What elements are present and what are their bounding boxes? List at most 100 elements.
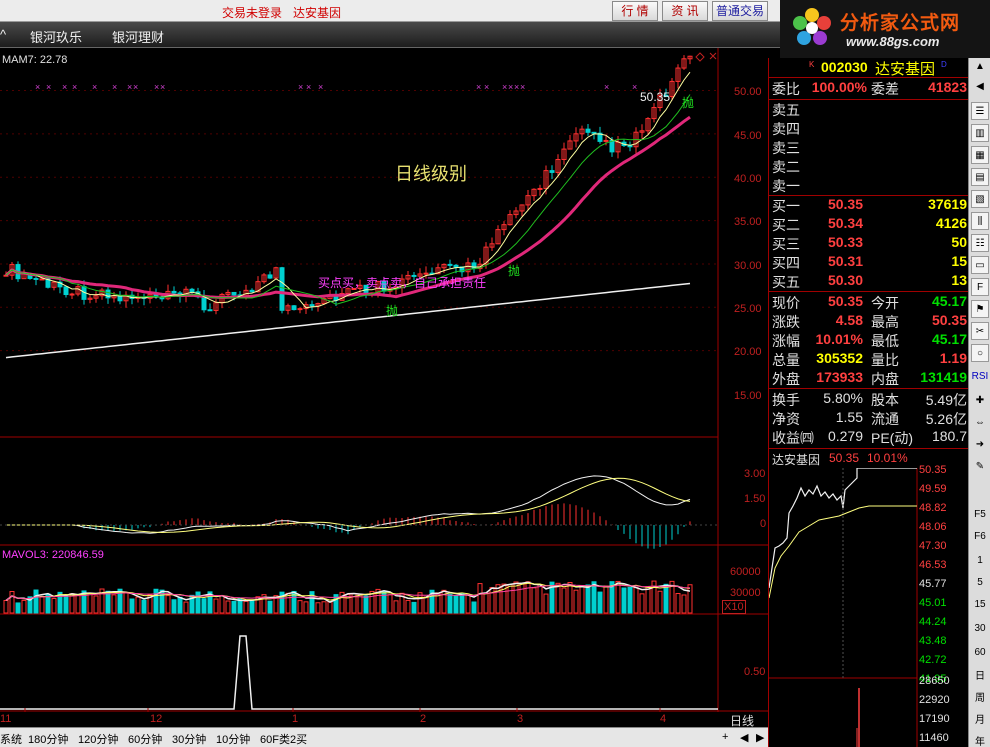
volume-bar (21, 599, 27, 614)
volume-bar (327, 601, 333, 614)
volume-bar (231, 600, 237, 614)
x-marker: × (127, 82, 132, 92)
sidebar-label[interactable]: 日 (971, 668, 989, 686)
tab-180min[interactable]: 180分钟 (28, 731, 68, 747)
sell-4-row: 卖四 (769, 119, 969, 138)
volume-bar (687, 584, 693, 614)
chart-diamond-icon[interactable] (695, 52, 705, 62)
tab-120min[interactable]: 120分钟 (78, 731, 118, 747)
sidebar-label[interactable]: F6 (971, 528, 989, 546)
volume-bar (483, 592, 489, 614)
tool-bars-icon[interactable]: ▥ (971, 124, 989, 142)
volume-bar (627, 586, 633, 614)
volume-bar (111, 594, 117, 614)
scroll-right-icon[interactable]: ▶ (756, 731, 764, 744)
volume-bar (135, 596, 141, 614)
stat-value: 10.01% (815, 331, 863, 347)
candle-body (69, 293, 75, 296)
volume-bar (675, 593, 681, 614)
tool-kline-icon[interactable]: ⫼ (971, 212, 989, 230)
sell-signal-mark: 抛 (682, 96, 695, 110)
tool-list-icon[interactable]: ☰ (971, 102, 989, 120)
buy-volume: 15 (951, 253, 967, 269)
sidebar-label[interactable]: 5 (971, 574, 989, 592)
x-marker: × (520, 82, 525, 92)
quote-button[interactable]: 行 情 (612, 1, 658, 21)
kline-chart-area[interactable]: × × × × × × × × × × × × × × × × × × × × × MAM7: 22.78 日线级别 买… (0, 46, 770, 728)
period-tab-bar: 系统 180分钟 120分钟 60分钟 30分钟 10分钟 60F类2买 + ◀… (0, 727, 770, 747)
weicha-value: 41823 (928, 79, 967, 95)
price-tick: 30.00 (734, 260, 762, 272)
sidebar-label[interactable]: 月 (971, 712, 989, 730)
stat-row: 现价 50.35 今开 45.17 (769, 293, 969, 312)
login-status[interactable]: 交易未登录 (222, 4, 282, 21)
chart-close-icon[interactable] (709, 52, 717, 60)
fundamental-label: PE(动) (871, 430, 913, 446)
tab-30min[interactable]: 30分钟 (172, 731, 206, 747)
sidebar-label[interactable]: 周 (971, 690, 989, 708)
buy-level-label: 买四 (772, 255, 800, 271)
volume-bar (573, 589, 579, 614)
arrow-up-icon[interactable]: ▲ (971, 58, 989, 76)
volume-unit-badge: X10 (722, 600, 746, 614)
price-tick: 40.00 (734, 173, 762, 185)
sidebar-label[interactable]: RSI (971, 368, 989, 386)
sidebar-label[interactable]: F5 (971, 506, 989, 524)
volume-bar (243, 600, 249, 614)
stat-label: 内盘 (871, 371, 899, 387)
tab-60min[interactable]: 60分钟 (128, 731, 162, 747)
volume-bar (471, 601, 477, 614)
sidebar-label[interactable]: 15 (971, 596, 989, 614)
stat-label: 今开 (871, 295, 899, 311)
stat-label: 涨幅 (772, 333, 800, 349)
tool-cross-icon[interactable]: ✚ (971, 392, 989, 410)
tool-grid-icon[interactable]: ▦ (971, 146, 989, 164)
quote-prev-icon[interactable]: K (809, 60, 814, 69)
kline-chart-svg[interactable]: × × × × × × × × × × × × × × × × × × × × × (0, 46, 770, 712)
tool-circle-icon[interactable]: ○ (971, 344, 989, 362)
buy-price: 50.30 (827, 272, 863, 288)
sell-level-label: 卖五 (772, 102, 800, 118)
logo-site-url[interactable]: www.88gs.com (846, 34, 939, 49)
stat-value: 50.35 (827, 293, 863, 309)
tool-pencil-icon[interactable]: ✎ (971, 458, 989, 476)
volume-bar (267, 600, 273, 614)
tool-doc-icon[interactable]: ▭ (971, 256, 989, 274)
arrow-left-icon[interactable]: ◀ (971, 78, 989, 96)
volume-bar (387, 594, 393, 614)
volume-bar (555, 582, 561, 614)
x-marker: × (298, 82, 303, 92)
scroll-left-icon[interactable]: ◀ (740, 731, 748, 744)
mini-price-tick: 46.53 (919, 559, 947, 571)
candle-body (189, 288, 195, 293)
tool-list2-icon[interactable]: ☷ (971, 234, 989, 252)
weibi-row: 委比 100.00% 委差 41823 (769, 79, 969, 98)
tool-arrows-icon[interactable]: ⇔ (971, 414, 989, 432)
x-marker: × (46, 82, 51, 92)
tool-f10-icon[interactable]: F (971, 278, 989, 296)
sell-level-label: 卖四 (772, 121, 800, 137)
price-tick: 50.00 (734, 86, 762, 98)
sidebar-label[interactable]: 30 (971, 620, 989, 638)
scroll-plus-icon[interactable]: + (722, 731, 728, 743)
tool-chart-icon[interactable]: ▧ (971, 190, 989, 208)
quote-next-icon[interactable]: D (941, 60, 947, 69)
menu-item-yinhe-jiule[interactable]: 银河玖乐 (30, 27, 82, 46)
sidebar-label[interactable]: 60 (971, 644, 989, 662)
tab-system[interactable]: 系统 (0, 731, 22, 747)
menu-item-yinhe-licai[interactable]: 银河理财 (112, 27, 164, 46)
tab-10min[interactable]: 10分钟 (216, 731, 250, 747)
sidebar-label[interactable]: 1 (971, 552, 989, 570)
tool-table-icon[interactable]: ▤ (971, 168, 989, 186)
news-button[interactable]: 资 讯 (662, 1, 708, 21)
volume-tick: 60000 (730, 566, 761, 578)
tab-60f-buy2[interactable]: 60F类2买 (260, 731, 307, 747)
tool-flag-icon[interactable]: ⚑ (971, 300, 989, 318)
trade-button[interactable]: 普通交易 (712, 1, 768, 21)
x-marker: × (133, 82, 138, 92)
tool-scissors-icon[interactable]: ✂ (971, 322, 989, 340)
fundamental-value: 0.279 (827, 428, 863, 444)
tool-arrow-icon[interactable]: ➜ (971, 436, 989, 454)
candle-body (291, 305, 297, 311)
sidebar-label[interactable]: 年 (971, 734, 989, 747)
